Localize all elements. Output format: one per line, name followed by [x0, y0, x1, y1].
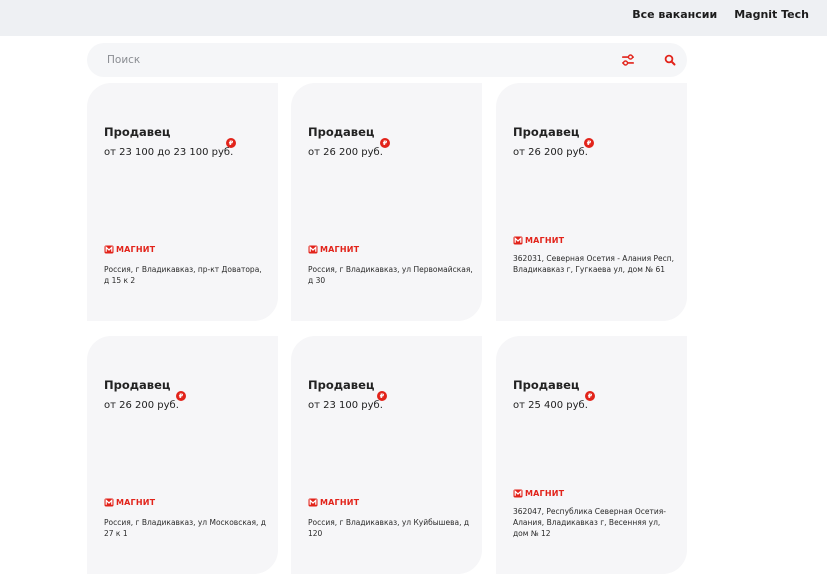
brand-name: МАГНИТ: [116, 245, 156, 254]
top-nav: Все вакансии Magnit Tech: [632, 0, 809, 28]
vacancy-address: Россия, г Владикавказ, ул Первомайская, …: [308, 265, 473, 285]
vacancy-title: Продавец: [308, 378, 375, 392]
brand-name: МАГНИТ: [116, 498, 156, 507]
vacancy-salary: от 23 100 руб.: [308, 400, 383, 411]
brand-name: МАГНИТ: [320, 498, 360, 507]
vacancy-card[interactable]: Продавец ₽ от 26 200 руб. МАГНИТ Россия,…: [87, 336, 278, 574]
vacancy-title: Продавец: [104, 378, 171, 392]
vacancy-card[interactable]: Продавец ₽ от 23 100 до 23 100 руб. МАГН…: [87, 83, 278, 321]
search-bar: [87, 43, 687, 77]
vacancy-address: 362031, Северная Осетия - Алания Респ, В…: [513, 254, 675, 274]
magnit-logo-icon: [513, 489, 523, 498]
magnit-logo-icon: [513, 236, 523, 245]
vacancy-salary: от 23 100 до 23 100 руб.: [104, 147, 234, 158]
brand-logo: МАГНИТ: [308, 498, 359, 507]
vacancy-salary: от 26 200 руб.: [513, 147, 588, 158]
brand-logo: МАГНИТ: [104, 245, 155, 254]
nav-magnit-tech-link[interactable]: Magnit Tech: [734, 8, 809, 21]
vacancy-title: Продавец: [308, 125, 375, 139]
brand-logo: МАГНИТ: [308, 245, 359, 254]
brand-logo: МАГНИТ: [513, 236, 564, 245]
magnit-logo-icon: [104, 498, 114, 507]
vacancy-title: Продавец: [513, 125, 580, 139]
vacancy-address: Россия, г Владикавказ, ул Куйбышева, д 1…: [308, 518, 470, 538]
brand-name: МАГНИТ: [525, 489, 565, 498]
vacancy-title: Продавец: [513, 378, 580, 392]
magnit-logo-icon: [308, 245, 318, 254]
filter-sliders-icon[interactable]: [621, 54, 635, 66]
vacancy-card[interactable]: Продавец ₽ от 25 400 руб. МАГНИТ 362047,…: [496, 336, 687, 574]
vacancy-address: 362047, Республика Северная Осетия-Алани…: [513, 507, 666, 538]
magnit-logo-icon: [104, 245, 114, 254]
brand-logo: МАГНИТ: [513, 489, 564, 498]
brand-name: МАГНИТ: [525, 236, 565, 245]
vacancy-salary: от 26 200 руб.: [104, 400, 179, 411]
vacancy-card[interactable]: Продавец ₽ от 26 200 руб. МАГНИТ Россия,…: [291, 83, 482, 321]
brand-name: МАГНИТ: [320, 245, 360, 254]
vacancy-salary: от 25 400 руб.: [513, 400, 588, 411]
vacancy-salary: от 26 200 руб.: [308, 147, 383, 158]
search-icon[interactable]: [664, 54, 676, 66]
search-input[interactable]: [107, 51, 587, 69]
brand-logo: МАГНИТ: [104, 498, 155, 507]
vacancy-title: Продавец: [104, 125, 171, 139]
nav-all-vacancies-link[interactable]: Все вакансии: [632, 8, 717, 21]
vacancy-address: Россия, г Владикавказ, ул Московская, д …: [104, 518, 266, 538]
vacancy-card[interactable]: Продавец ₽ от 23 100 руб. МАГНИТ Россия,…: [291, 336, 482, 574]
top-header: Все вакансии Magnit Tech: [0, 0, 827, 36]
vacancy-card[interactable]: Продавец ₽ от 26 200 руб. МАГНИТ 362031,…: [496, 83, 687, 321]
magnit-logo-icon: [308, 498, 318, 507]
vacancy-address: Россия, г Владикавказ, пр-кт Доватора, д…: [104, 265, 262, 285]
